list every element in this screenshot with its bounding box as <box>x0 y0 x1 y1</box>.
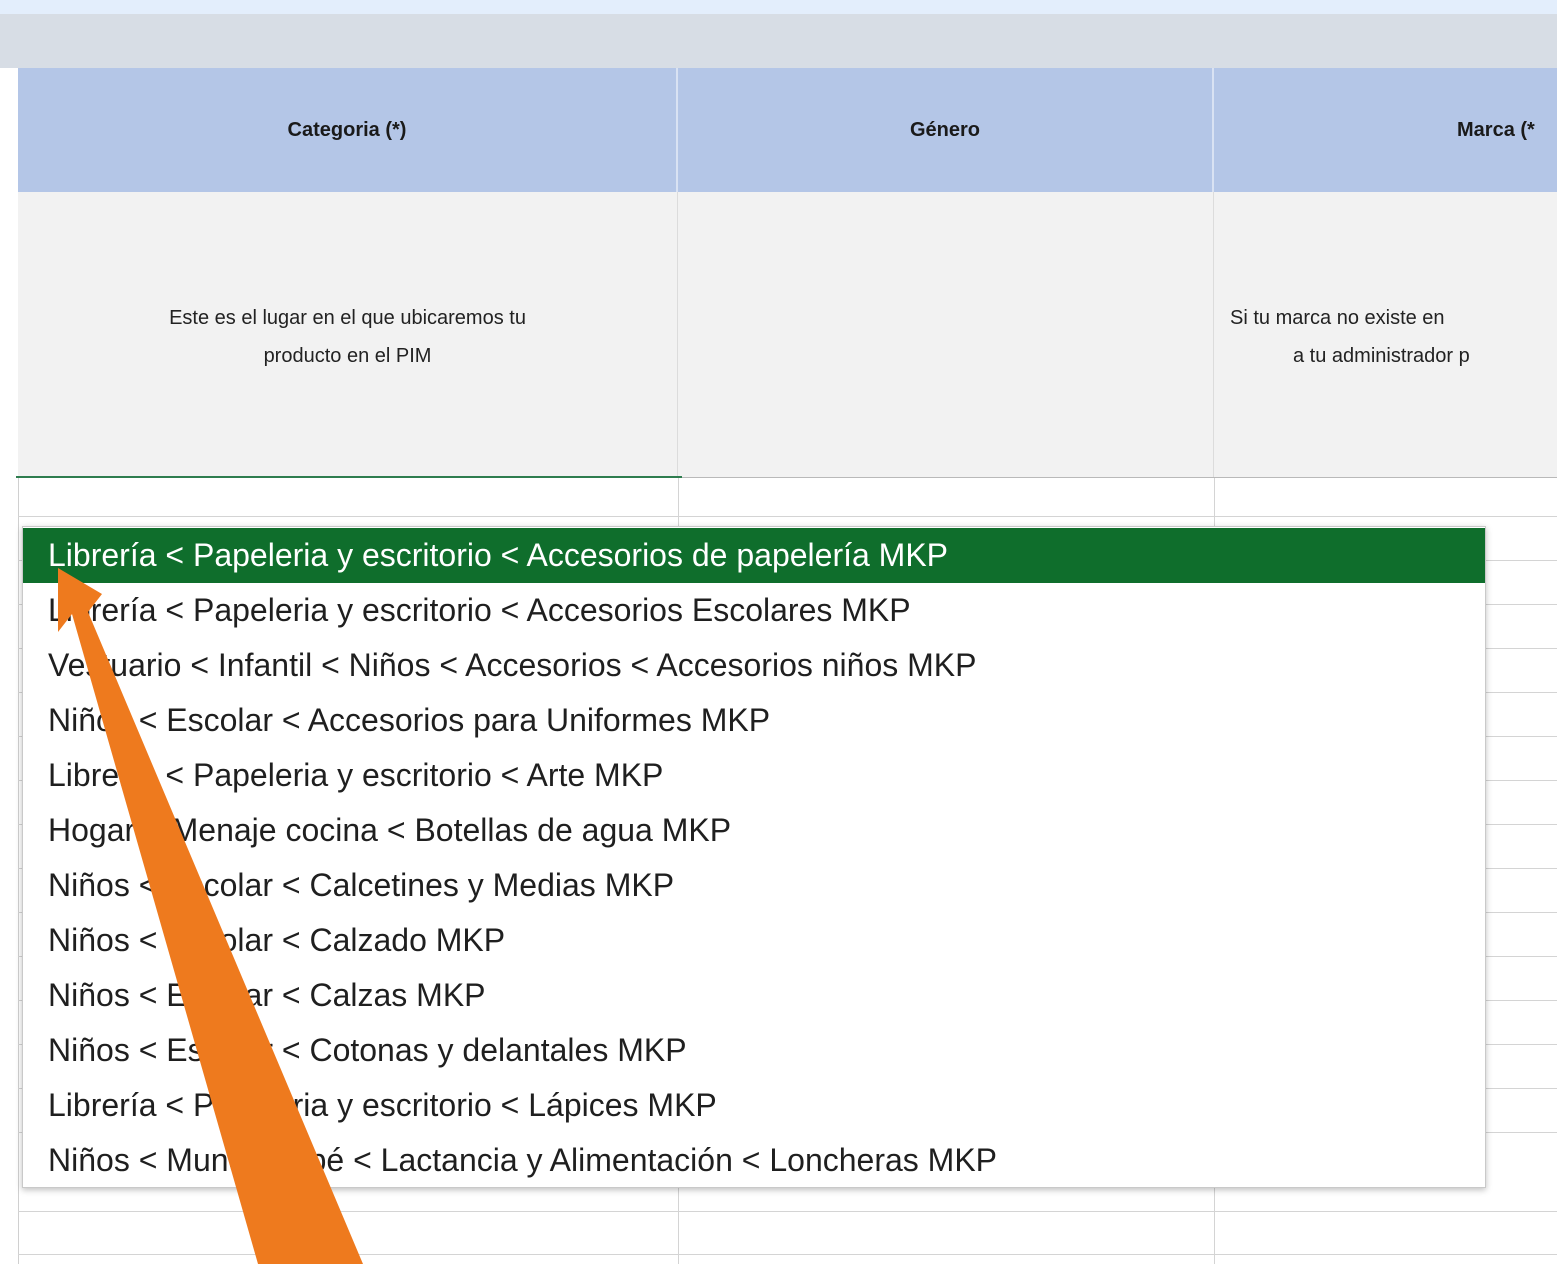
desc-categoria-line1: Este es el lugar en el que ubicaremos tu <box>169 307 526 329</box>
grid-row-line <box>18 1211 1557 1212</box>
dropdown-option[interactable]: Vestuario < Infantil < Niños < Accesorio… <box>23 638 1485 693</box>
dropdown-option[interactable]: Niños < Escolar < Calcetines y Medias MK… <box>23 858 1485 913</box>
header-categoria[interactable]: Categoria (*) <box>18 68 678 192</box>
dropdown-option[interactable]: Niños < Escolar < Calzas MKP <box>23 968 1485 1023</box>
grid-row-line <box>18 1254 1557 1255</box>
row-header-column <box>0 68 19 1264</box>
header-categoria-label: Categoria (*) <box>287 118 407 141</box>
dropdown-option[interactable]: Niños < Mundo bebé < Lactancia y Aliment… <box>23 1133 1485 1188</box>
header-marca-label: Marca (* <box>1457 118 1535 141</box>
grid-row-line <box>18 516 1557 517</box>
header-genero-label: Género <box>909 118 981 141</box>
dropdown-option[interactable]: Niños < Escolar < Accesorios para Unifor… <box>23 693 1485 748</box>
dropdown-options: Librería < Papeleria y escritorio < Acce… <box>23 527 1485 1188</box>
top-band <box>0 0 1557 14</box>
category-dropdown[interactable]: Librería < Papeleria y escritorio < Acce… <box>22 526 1486 1188</box>
dropdown-option[interactable]: Librería < Papeleria y escritorio < Acce… <box>23 583 1485 638</box>
header-genero[interactable]: Género <box>678 68 1214 192</box>
dropdown-option[interactable]: Hogar < Menaje cocina < Botellas de agua… <box>23 803 1485 858</box>
dropdown-option[interactable]: Librería < Papeleria y escritorio < Arte… <box>23 748 1485 803</box>
dropdown-option[interactable]: Niños < Escolar < Cotonas y delantales M… <box>23 1023 1485 1078</box>
desc-categoria-line2: producto en el PIM <box>263 345 432 367</box>
column-letter-bar <box>0 14 1557 69</box>
dropdown-option[interactable]: Niños < Escolar < Calzado MKP <box>23 913 1485 968</box>
desc-marca-line2: a tu administrador p <box>1293 345 1470 367</box>
desc-genero[interactable] <box>678 192 1214 478</box>
desc-categoria[interactable]: Este es el lugar en el que ubicaremos tu… <box>18 192 678 478</box>
header-marca[interactable]: Marca (* <box>1214 68 1557 192</box>
dropdown-option[interactable]: Librería < Papeleria y escritorio < Acce… <box>23 528 1485 583</box>
dropdown-option[interactable]: Librería < Papeleria y escritorio < Lápi… <box>23 1078 1485 1133</box>
desc-marca-line1: Si tu marca no existe en <box>1230 307 1445 329</box>
desc-marca[interactable]: Si tu marca no existe en a tu administra… <box>1214 192 1557 478</box>
